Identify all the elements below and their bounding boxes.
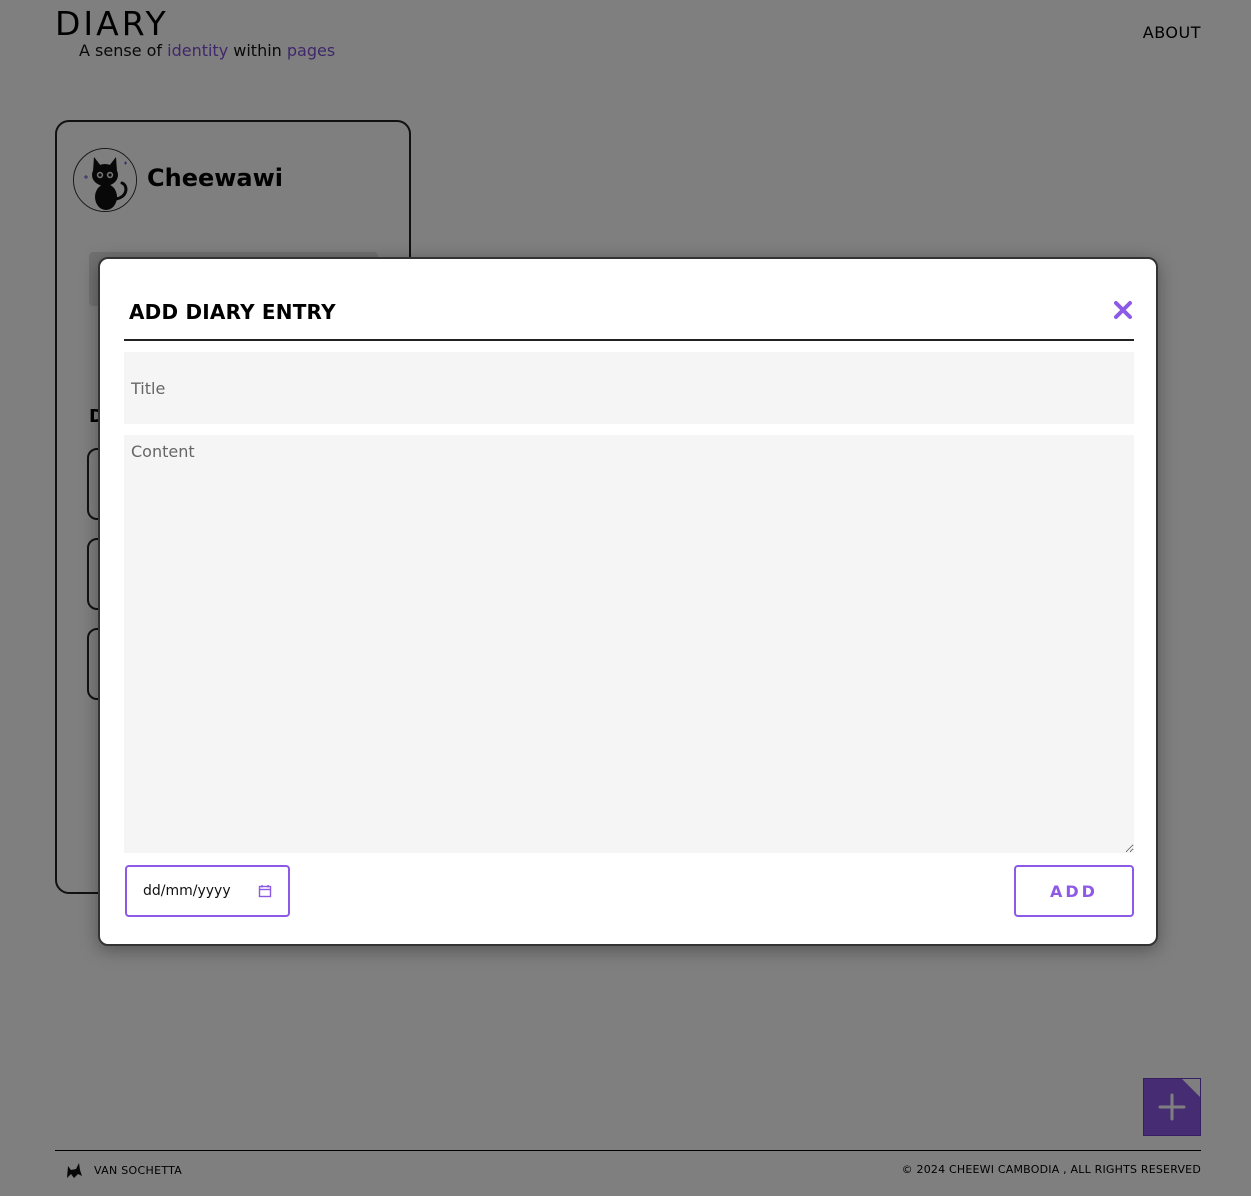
title-input[interactable] xyxy=(124,352,1134,424)
modal-divider xyxy=(124,339,1134,341)
date-input[interactable]: dd/mm/yyyy xyxy=(125,865,290,917)
date-placeholder: dd/mm/yyyy xyxy=(143,883,231,899)
add-entry-modal: ADD DIARY ENTRY dd/mm/yyyy ADD xyxy=(98,257,1158,946)
modal-title: ADD DIARY ENTRY xyxy=(129,300,336,324)
close-icon[interactable] xyxy=(1112,299,1134,321)
content-textarea[interactable] xyxy=(124,435,1134,853)
add-button[interactable]: ADD xyxy=(1014,865,1134,917)
calendar-icon[interactable] xyxy=(258,884,272,898)
